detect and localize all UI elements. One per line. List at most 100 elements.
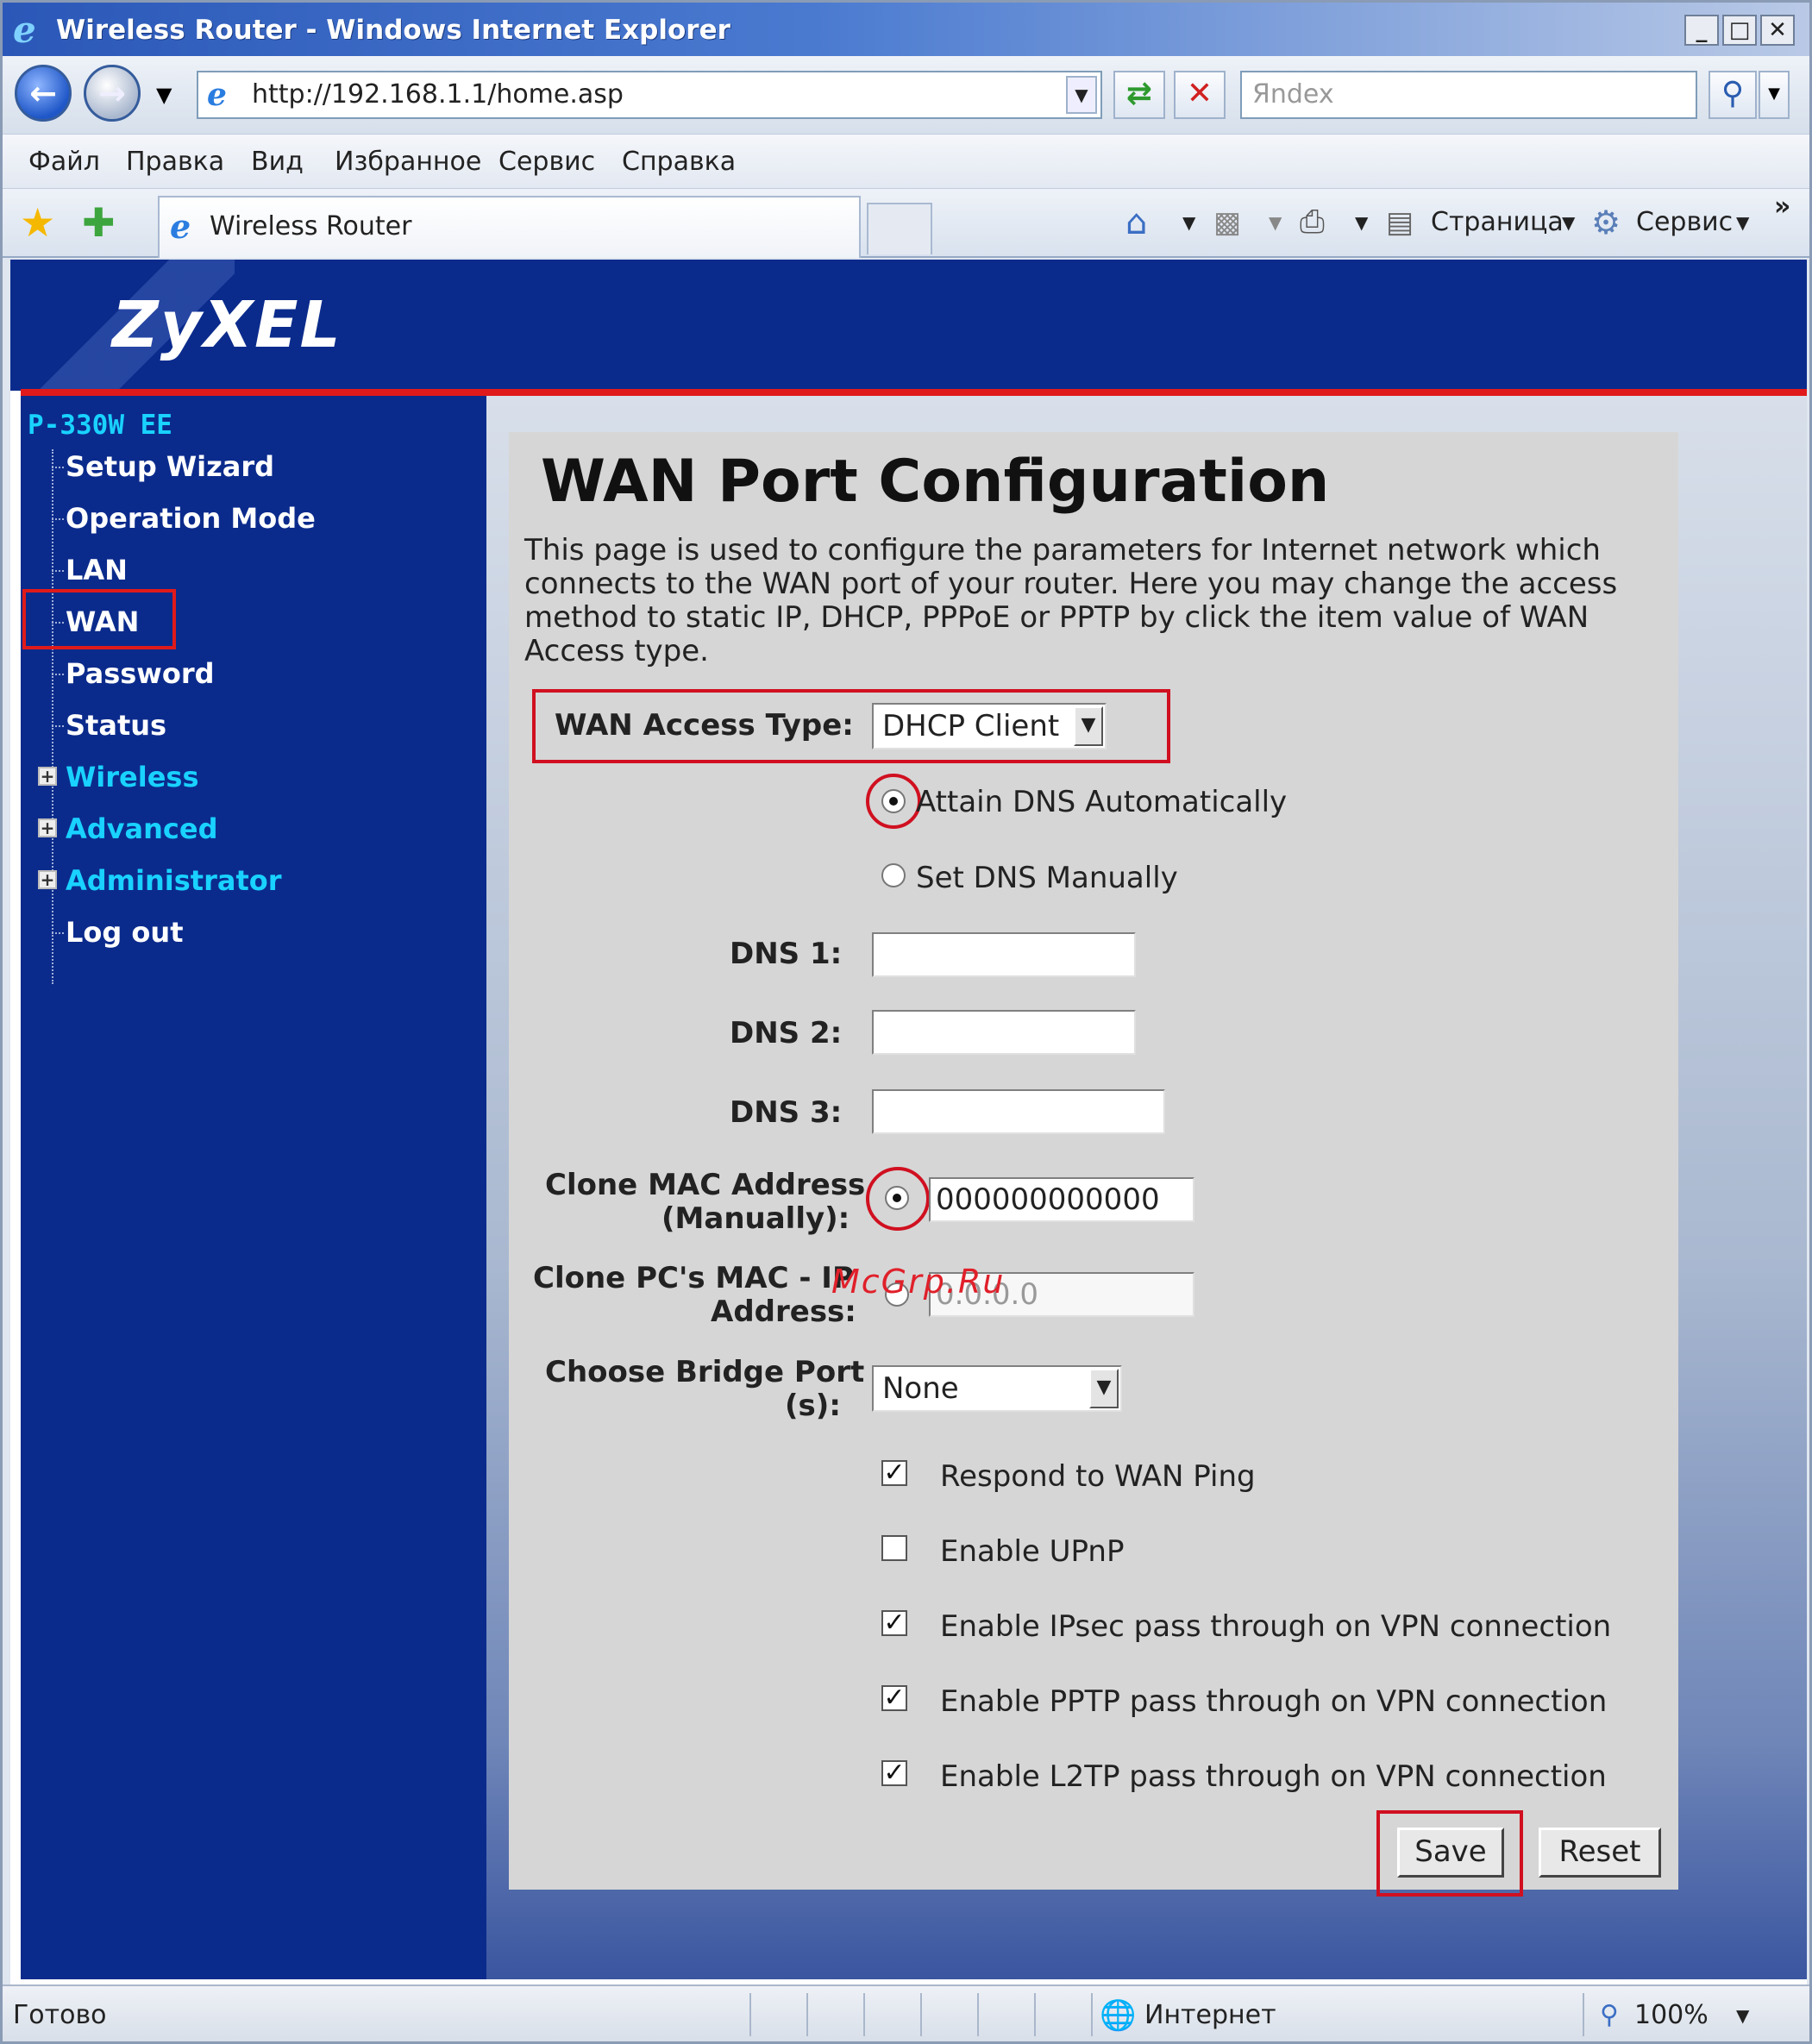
- stop-button[interactable]: ✕: [1174, 71, 1226, 119]
- title-bar: e Wireless Router - Windows Internet Exp…: [3, 3, 1809, 56]
- wan-ping-label: Respond to WAN Ping: [940, 1459, 1256, 1494]
- menu-favorites[interactable]: Избранное: [335, 147, 481, 178]
- home-icon[interactable]: ⌂: [1125, 205, 1147, 240]
- save-button[interactable]: Save: [1397, 1828, 1504, 1878]
- favorites-bar: ★ ✚ e Wireless Router ⌂ ▼ ▩ ▼ ⎙ ▼ ▤ Стра…: [3, 189, 1809, 258]
- new-tab-button[interactable]: [867, 203, 932, 254]
- page-description: This page is used to configure the param…: [524, 533, 1618, 668]
- print-icon[interactable]: ⎙: [1300, 206, 1325, 239]
- status-bar: Готово 🌐 Интернет ⚲ 100% ▼: [3, 1984, 1809, 2041]
- pptp-checkbox[interactable]: ✓: [881, 1685, 907, 1711]
- zoom-dropdown-icon[interactable]: ▼: [1736, 2000, 1749, 2031]
- status-separator: [1034, 1993, 1036, 2036]
- dns1-label: DNS 1:: [730, 937, 843, 971]
- dns3-input[interactable]: [872, 1089, 1165, 1134]
- dns2-input[interactable]: [872, 1010, 1136, 1055]
- banner-divider: [21, 389, 1807, 396]
- wan-ping-checkbox[interactable]: ✓: [881, 1460, 907, 1486]
- upnp-checkbox[interactable]: [881, 1535, 907, 1561]
- globe-icon: 🌐: [1100, 1998, 1137, 2033]
- wan-access-type-select[interactable]: DHCP Client ▼: [872, 703, 1107, 749]
- address-input[interactable]: e http://192.168.1.1/home.asp ▼: [197, 71, 1102, 119]
- clone-mac-radio[interactable]: [885, 1186, 909, 1210]
- nav-setup-wizard[interactable]: Setup Wizard: [66, 449, 274, 484]
- tools-dropdown-icon[interactable]: ▼: [1736, 206, 1749, 239]
- tab-wireless-router[interactable]: e Wireless Router: [158, 196, 861, 258]
- clone-pc-label-line1: Clone PC's MAC - IP: [533, 1261, 854, 1295]
- clone-mac-label-line1: Clone MAC Address: [545, 1168, 866, 1202]
- l2tp-checkbox[interactable]: ✓: [881, 1760, 907, 1786]
- upnp-label: Enable UPnP: [940, 1534, 1125, 1569]
- feeds-dropdown-icon[interactable]: ▼: [1269, 206, 1282, 239]
- nav-password[interactable]: Password: [66, 656, 215, 691]
- page-icon: ▤: [1386, 205, 1414, 240]
- close-button[interactable]: ✕: [1760, 15, 1795, 46]
- nav-advanced[interactable]: Advanced: [66, 812, 217, 846]
- minimize-button[interactable]: _: [1684, 15, 1719, 46]
- chevron-more-icon[interactable]: »: [1774, 191, 1790, 223]
- nav-status[interactable]: Status: [66, 708, 166, 743]
- address-toolbar: ← → ▼ e http://192.168.1.1/home.asp ▼ ⇄ …: [3, 56, 1809, 134]
- bridge-port-select[interactable]: None ▼: [872, 1365, 1122, 1412]
- chevron-down-icon: ▼: [1074, 706, 1103, 746]
- history-dropdown-icon[interactable]: ▼: [156, 82, 172, 108]
- page-dropdown-icon[interactable]: ▼: [1562, 206, 1575, 239]
- home-dropdown-icon[interactable]: ▼: [1182, 206, 1195, 239]
- dns2-label: DNS 2:: [730, 1016, 843, 1050]
- security-zone: Интернет: [1144, 2000, 1276, 2030]
- wan-highlight-box: [22, 589, 176, 649]
- dns-auto-radio[interactable]: [881, 789, 906, 813]
- search-input[interactable]: Яndex: [1240, 71, 1697, 119]
- status-separator: [1583, 1993, 1584, 2036]
- add-favorites-icon[interactable]: ✚: [82, 201, 116, 244]
- dns3-label: DNS 3:: [730, 1095, 843, 1130]
- nav-lan[interactable]: LAN: [66, 553, 128, 587]
- page-content: ZyXEL P-330W EE Setup Wizard Operation M…: [10, 260, 1807, 1984]
- menu-edit[interactable]: Правка: [126, 147, 224, 178]
- wan-access-type-value: DHCP Client: [882, 709, 1060, 743]
- gear-icon: ⚙: [1591, 204, 1621, 241]
- expand-administrator-icon[interactable]: +: [38, 870, 57, 889]
- clone-mac-input[interactable]: 000000000000: [929, 1177, 1194, 1222]
- bridge-port-label-line1: Choose Bridge Port: [545, 1355, 865, 1389]
- search-icon[interactable]: ⚲: [1709, 71, 1757, 119]
- nav-operation-mode[interactable]: Operation Mode: [66, 501, 316, 536]
- tree-tick: [52, 467, 64, 468]
- menu-view[interactable]: Вид: [251, 147, 304, 178]
- menu-file[interactable]: Файл: [28, 147, 100, 178]
- status-separator: [863, 1993, 865, 2036]
- tools-menu[interactable]: Сервис: [1636, 206, 1733, 239]
- menu-tools[interactable]: Сервис: [498, 147, 595, 178]
- status-separator: [920, 1993, 922, 2036]
- expand-advanced-icon[interactable]: +: [38, 818, 57, 837]
- model-name: P-330W EE: [28, 410, 172, 441]
- menu-help[interactable]: Справка: [622, 147, 736, 178]
- reset-button[interactable]: Reset: [1539, 1828, 1661, 1878]
- back-button[interactable]: ←: [15, 65, 72, 122]
- brand-logo: ZyXEL: [112, 288, 342, 362]
- chevron-down-icon: ▼: [1089, 1369, 1119, 1408]
- page-title: WAN Port Configuration: [541, 448, 1330, 516]
- url-dropdown-icon[interactable]: ▼: [1066, 76, 1097, 114]
- maximize-button[interactable]: □: [1722, 15, 1757, 46]
- ipsec-label: Enable IPsec pass through on VPN connect…: [940, 1609, 1612, 1644]
- feeds-icon[interactable]: ▩: [1213, 206, 1241, 239]
- nav-administrator[interactable]: Administrator: [66, 863, 282, 898]
- refresh-button[interactable]: ⇄: [1113, 71, 1165, 119]
- print-dropdown-icon[interactable]: ▼: [1355, 206, 1368, 239]
- nav-logout[interactable]: Log out: [66, 915, 183, 950]
- search-options-icon[interactable]: ▼: [1759, 71, 1790, 119]
- dns-manual-radio[interactable]: [881, 863, 906, 887]
- watermark-text: McGrp.Ru: [831, 1263, 1006, 1301]
- tab-page-icon: e: [170, 207, 191, 246]
- nav-tree-line: [52, 449, 53, 984]
- favorites-star-icon[interactable]: ★: [20, 201, 55, 244]
- expand-wireless-icon[interactable]: +: [38, 767, 57, 786]
- nav-wireless[interactable]: Wireless: [66, 760, 199, 794]
- tree-tick: [52, 674, 64, 675]
- ipsec-checkbox[interactable]: ✓: [881, 1610, 907, 1636]
- dns1-input[interactable]: [872, 932, 1136, 977]
- page-menu[interactable]: Страница: [1431, 206, 1564, 239]
- zoom-level[interactable]: 100%: [1634, 2000, 1709, 2031]
- forward-button[interactable]: →: [84, 65, 141, 122]
